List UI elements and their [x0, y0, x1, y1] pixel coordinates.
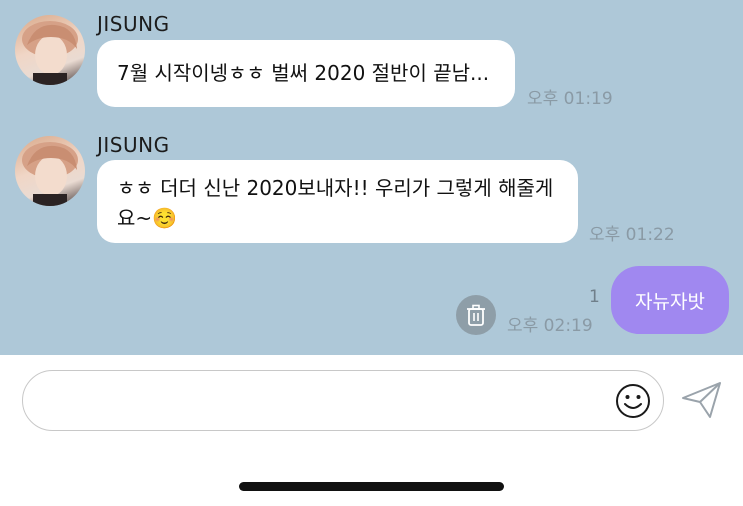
- home-indicator: [239, 482, 504, 491]
- smiley-icon: [616, 384, 650, 418]
- message-bubble[interactable]: ㅎㅎ 더더 신난 2020보내자!! 우리가 그렇게 해줄게 요~☺️: [97, 160, 578, 243]
- message-bubble[interactable]: 7월 시작이넹ㅎㅎ 벌써 2020 절반이 끝남...: [97, 40, 515, 107]
- sender-name: JISUNG: [97, 12, 170, 36]
- my-message-bubble[interactable]: 자뉴자밧: [611, 266, 729, 334]
- avatar[interactable]: [15, 15, 85, 85]
- chat-area[interactable]: JISUNG 7월 시작이넹ㅎㅎ 벌써 2020 절반이 끝남... 오후 01…: [0, 0, 743, 355]
- message-input-bar[interactable]: [22, 370, 664, 431]
- delete-button[interactable]: [456, 295, 496, 335]
- paper-plane-icon: [682, 382, 721, 418]
- unread-count: 1: [589, 287, 600, 307]
- message-text: 7월 시작이넹ㅎㅎ 벌써 2020 절반이 끝남...: [117, 61, 490, 85]
- message-time: 오후 01:19: [527, 89, 613, 109]
- trash-icon: [467, 304, 485, 326]
- message-text-line: ㅎㅎ 더더 신난 2020보내자!! 우리가 그렇게 해줄게: [117, 176, 554, 200]
- message-text-line: 요~☺️: [117, 206, 178, 230]
- message-time: 오후 01:22: [589, 225, 675, 245]
- send-button[interactable]: [680, 380, 724, 420]
- sender-name: JISUNG: [97, 133, 170, 157]
- message-time: 오후 02:19: [507, 316, 593, 336]
- emoji-button[interactable]: [615, 383, 651, 419]
- avatar[interactable]: [15, 136, 85, 206]
- message-input[interactable]: [45, 385, 609, 417]
- message-text: 자뉴자밧: [635, 290, 705, 313]
